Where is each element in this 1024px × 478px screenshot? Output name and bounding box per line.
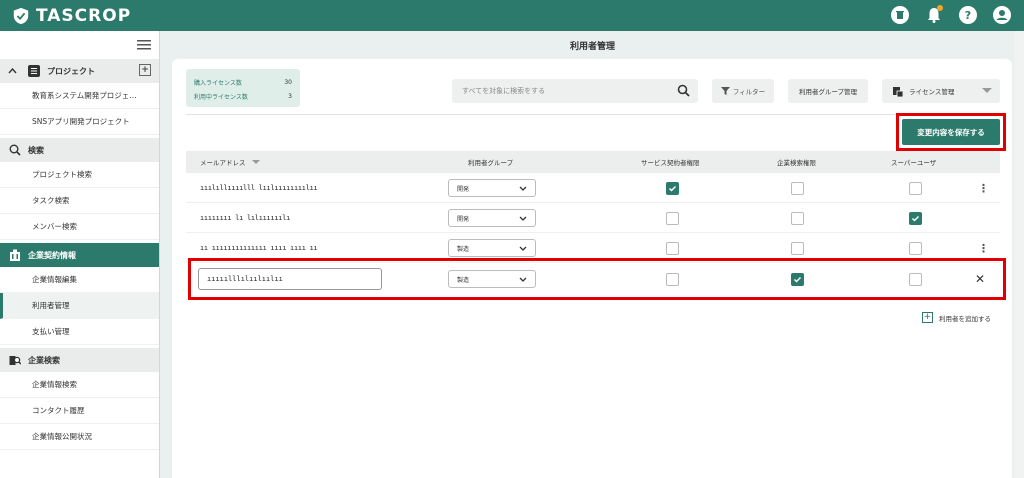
- check-shield-icon: [13, 7, 29, 24]
- email-text: ııılıllıııılll lıılıııııııılıı: [200, 184, 318, 192]
- more-options-icon[interactable]: ⋮: [978, 182, 989, 195]
- sidebar-item-task-search[interactable]: タスク検索: [0, 188, 159, 214]
- purchased-license-label: 購入ライセンス数: [194, 79, 242, 87]
- divider: [186, 114, 1000, 115]
- scrollbar[interactable]: [1014, 31, 1024, 478]
- bell-icon[interactable]: [924, 5, 944, 25]
- sidebar-item-company-edit[interactable]: 企業情報編集: [0, 267, 159, 293]
- check-icon: [911, 215, 920, 222]
- group-select[interactable]: 開発: [448, 209, 536, 227]
- page-title: 利用者管理: [569, 41, 615, 52]
- filter-button[interactable]: フィルター: [712, 79, 774, 103]
- search-permission-header: 企業検索権限: [777, 159, 816, 167]
- sidebar-section-search[interactable]: 検索: [0, 138, 159, 162]
- add-user-button[interactable]: + 利用者を追加する: [922, 312, 991, 323]
- list-icon: [27, 64, 41, 78]
- service-permission-checkbox[interactable]: [666, 241, 679, 255]
- group-column-header: 利用者グループ: [468, 159, 514, 167]
- sidebar-section-company-search[interactable]: 企業検索: [0, 348, 159, 372]
- search-icon: [8, 143, 22, 157]
- svg-text:?: ?: [965, 9, 971, 22]
- service-permission-header: サービス契約者権限: [641, 159, 700, 167]
- caret-down-icon: [982, 88, 992, 93]
- save-highlight: 変更内容を保存する: [896, 113, 1006, 151]
- search-permission-checkbox[interactable]: [791, 181, 804, 195]
- user-group-management-button[interactable]: 利用者グループ管理: [788, 79, 868, 103]
- building-icon: [8, 248, 22, 262]
- chevron-down-icon: [519, 246, 527, 251]
- table-header: メールアドレス 利用者グループ サービス契約者権限 企業検索権限 スーパーユーザ: [186, 151, 1000, 173]
- editing-row-highlight: [188, 258, 1006, 300]
- license-summary: 購入ライセンス数 30 利用中ライセンス数 3: [186, 69, 300, 107]
- sidebar-item-project[interactable]: 教育系システム開発プロジェ…: [0, 83, 159, 109]
- sort-icon[interactable]: [251, 160, 260, 164]
- email-text: ıııııııı lı lılıııııılı: [200, 214, 291, 222]
- help-icon[interactable]: ?: [958, 5, 978, 25]
- service-permission-checkbox[interactable]: [666, 211, 679, 225]
- in-use-license-value: 3: [288, 92, 292, 100]
- notification-dot: [937, 5, 943, 11]
- sidebar-item-company-info-search[interactable]: 企業情報検索: [0, 372, 159, 398]
- sidebar-section-contract[interactable]: 企業契約情報: [0, 243, 159, 267]
- search-placeholder: すべてを対象に検索をする: [462, 87, 546, 95]
- license-icon: [893, 86, 903, 97]
- super-user-checkbox[interactable]: [909, 211, 922, 225]
- chevron-up-icon[interactable]: [8, 67, 17, 76]
- sidebar-item-company-publish[interactable]: 企業情報公開状況: [0, 424, 159, 450]
- super-user-checkbox[interactable]: [909, 241, 922, 255]
- search-permission-checkbox[interactable]: [791, 211, 804, 225]
- more-options-icon[interactable]: ⋮: [978, 242, 989, 255]
- top-bar: TASCROP ?: [0, 0, 1024, 31]
- app-name: TASCROP: [36, 5, 132, 26]
- company-search-icon: [8, 353, 22, 367]
- plus-icon: +: [922, 312, 933, 323]
- in-use-license-label: 利用中ライセンス数: [194, 93, 248, 101]
- search-input[interactable]: すべてを対象に検索をする: [452, 79, 698, 103]
- table-row: ııılıllıııılll lıılıııııııılıı 開発 ⋮: [186, 173, 1000, 203]
- sidebar-section-label: プロジェクト: [47, 66, 95, 76]
- search-permission-checkbox[interactable]: [791, 241, 804, 255]
- save-button[interactable]: 変更内容を保存する: [902, 119, 1000, 145]
- sidebar-item-project[interactable]: SNSアプリ開発プロジェクト: [0, 109, 159, 135]
- search-icon[interactable]: [677, 84, 690, 99]
- purchased-license-value: 30: [284, 78, 292, 86]
- chevron-down-icon: [519, 186, 527, 191]
- sidebar-item-user-management[interactable]: 利用者管理: [0, 293, 159, 319]
- table-row: ıııııııı lı lılıııııılı 開発: [186, 203, 1000, 233]
- sidebar-item-project-search[interactable]: プロジェクト検索: [0, 162, 159, 188]
- menu-icon[interactable]: [0, 31, 159, 59]
- add-project-icon[interactable]: +: [139, 64, 151, 76]
- sidebar-item-payment[interactable]: 支払い管理: [0, 319, 159, 345]
- sidebar: プロジェクト + 教育系システム開発プロジェ… SNSアプリ開発プロジェクト 検…: [0, 31, 160, 478]
- filter-icon: [720, 87, 730, 95]
- super-user-checkbox[interactable]: [909, 181, 922, 195]
- license-management-dropdown[interactable]: ライセンス管理: [882, 79, 1000, 103]
- super-user-header: スーパーユーザ: [891, 159, 937, 167]
- chevron-down-icon: [519, 216, 527, 221]
- email-column-header[interactable]: メールアドレス: [200, 151, 260, 173]
- service-permission-checkbox[interactable]: [666, 181, 679, 195]
- app-logo[interactable]: TASCROP: [12, 6, 131, 26]
- email-text: ıı ıııııııııııııı ıııı ıııı ıı: [200, 244, 318, 252]
- sidebar-item-member-search[interactable]: メンバー検索: [0, 214, 159, 240]
- user-icon[interactable]: [992, 5, 1012, 25]
- trash-icon[interactable]: [890, 5, 910, 25]
- sidebar-section-project[interactable]: プロジェクト +: [0, 59, 159, 83]
- group-select[interactable]: 製造: [448, 239, 536, 257]
- sidebar-item-contact-history[interactable]: コンタクト履歴: [0, 398, 159, 424]
- group-select[interactable]: 開発: [448, 179, 536, 197]
- check-icon: [668, 185, 677, 192]
